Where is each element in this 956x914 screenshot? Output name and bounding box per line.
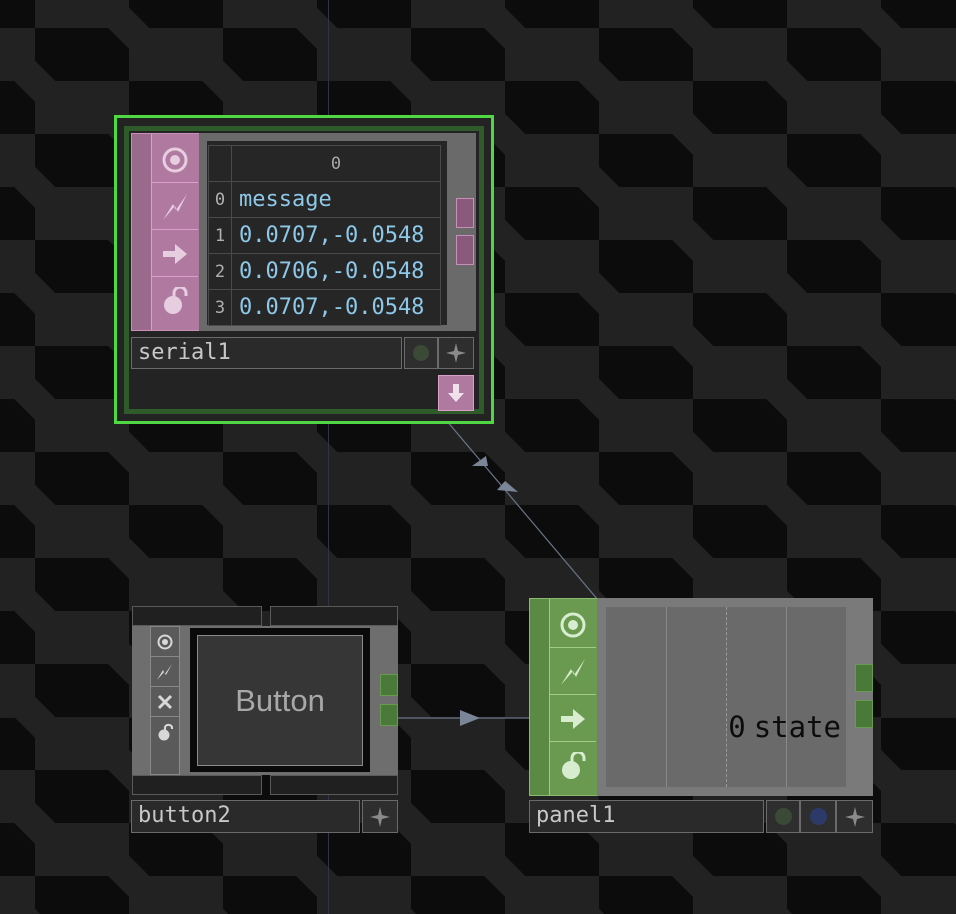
viewer-button[interactable] <box>151 627 179 657</box>
button2-preview[interactable]: Button <box>197 635 363 766</box>
button2-bottom-tab-left <box>132 775 262 795</box>
target-icon <box>157 634 173 649</box>
output-connector-1[interactable] <box>855 664 873 692</box>
arrow-right-icon <box>163 243 187 264</box>
wire-arrow-1 <box>472 456 488 466</box>
output-connector-1[interactable] <box>456 198 474 228</box>
cell-value: 0.0707,-0.0548 <box>231 217 441 254</box>
grid-line <box>726 607 727 787</box>
dot-icon <box>413 345 429 361</box>
row-index: 1 <box>208 217 232 254</box>
sparkle-icon <box>844 806 865 827</box>
sparkle-icon <box>446 343 466 363</box>
lock-button[interactable] <box>151 717 179 747</box>
channel-value: 0 <box>728 710 746 744</box>
lightning-icon <box>157 663 172 680</box>
serial1-right-strip <box>454 133 476 331</box>
bypass-button[interactable] <box>151 687 179 717</box>
wire-arrow-2 <box>497 481 518 492</box>
render-flag-button[interactable] <box>836 800 873 833</box>
panel1-name[interactable]: panel1 <box>529 800 764 833</box>
render-flag-button[interactable] <box>438 337 474 369</box>
lightning-icon <box>561 658 585 685</box>
dat-table: 0 0 message 1 0.0707,-0.0548 2 0.0706,-0… <box>208 145 441 326</box>
cell-value: 0.0707,-0.0548 <box>231 289 441 326</box>
button2-top-tab-left <box>132 606 262 626</box>
channel-readout: 0 state <box>701 710 841 744</box>
panel1-viewer[interactable]: 0 state <box>597 598 853 796</box>
row-index: 3 <box>208 289 232 326</box>
arrow-down-icon <box>448 384 464 402</box>
corner-cell <box>208 145 232 182</box>
output-connector-2[interactable] <box>380 704 398 726</box>
lock-icon <box>164 287 188 314</box>
row-index: 0 <box>208 181 232 218</box>
viewer-flag-button[interactable] <box>800 800 836 833</box>
lock-icon <box>562 752 586 779</box>
button2-top-tab-right <box>270 606 398 626</box>
panel1-right-strip <box>853 598 873 796</box>
button2-bottom-tab-right <box>270 775 398 795</box>
cook-button[interactable] <box>550 649 596 695</box>
output-connector-2[interactable] <box>855 700 873 728</box>
output-connector-1[interactable] <box>380 674 398 696</box>
arrow-right-icon <box>561 708 585 729</box>
channel-name: state <box>753 710 841 744</box>
button2-sidebar <box>150 626 180 775</box>
wire-arrow-3 <box>460 710 480 726</box>
column-header: 0 <box>231 145 441 182</box>
target-icon <box>162 147 188 172</box>
cell-value: 0.0706,-0.0548 <box>231 253 441 290</box>
viewer-button[interactable] <box>550 602 596 648</box>
render-flag-button[interactable] <box>362 800 398 833</box>
output-connector-2[interactable] <box>456 235 474 265</box>
output-button[interactable] <box>438 375 474 411</box>
grid-line <box>666 607 667 787</box>
serial1-sidebar <box>131 133 199 331</box>
x-icon <box>157 694 173 709</box>
lightning-icon <box>163 193 187 220</box>
lock-button[interactable] <box>152 278 198 324</box>
serial1-name[interactable]: serial1 <box>131 337 402 369</box>
panel1-sidebar <box>529 598 597 796</box>
dot-icon <box>809 808 827 825</box>
cook-button[interactable] <box>151 657 179 687</box>
export-button[interactable] <box>550 696 596 742</box>
dot-icon <box>774 808 792 825</box>
row-index: 2 <box>208 253 232 290</box>
button-label: Button <box>235 682 325 718</box>
button2-name[interactable]: button2 <box>131 800 360 833</box>
grid-line <box>786 607 787 787</box>
display-flag-button[interactable] <box>404 337 438 369</box>
viewer-button[interactable] <box>152 137 198 183</box>
sparkle-icon <box>370 806 390 827</box>
lock-icon <box>158 723 173 741</box>
serial1-viewer[interactable]: 0 0 message 1 0.0707,-0.0548 2 0.0706,-0… <box>199 133 454 331</box>
target-icon <box>560 612 586 637</box>
display-flag-button[interactable] <box>766 800 800 833</box>
cell-value: message <box>231 181 441 218</box>
export-button[interactable] <box>152 231 198 277</box>
cook-button[interactable] <box>152 184 198 230</box>
button2-right-strip <box>378 626 398 775</box>
lock-button[interactable] <box>550 743 596 789</box>
